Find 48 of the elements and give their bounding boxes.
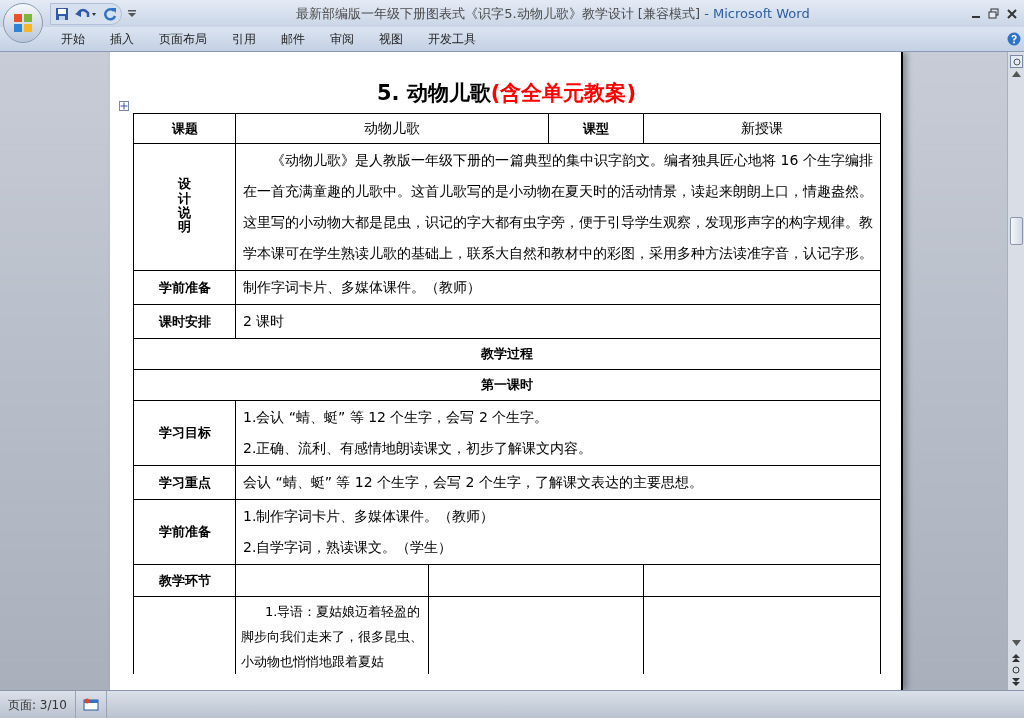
table-cell: 教学环节 (133, 564, 236, 597)
ribbon-tab[interactable]: 插入 (101, 28, 143, 50)
scroll-down-icon[interactable] (1011, 640, 1021, 646)
ribbon-tab[interactable]: 邮件 (272, 28, 314, 50)
browse-object-icon[interactable] (1012, 666, 1020, 674)
table-cell: 设计说明 (133, 143, 236, 271)
ribbon-tab[interactable]: 开发工具 (419, 28, 485, 50)
document-title: 5. 动物儿歌(含全单元教案) (375, 80, 638, 107)
table-cell: 第一课时 (133, 369, 881, 401)
customize-caret-icon[interactable] (128, 9, 136, 18)
ruler-toggle-icon[interactable] (1009, 55, 1023, 68)
scroll-up-icon[interactable] (1011, 71, 1021, 77)
table-cell: 学习重点 (133, 465, 236, 500)
previous-page-icon[interactable] (1012, 654, 1020, 662)
close-icon[interactable] (1006, 7, 1018, 20)
table-cell: 制作字词卡片、多媒体课件。（教师） (235, 270, 881, 305)
help-icon[interactable] (1007, 32, 1021, 46)
vertical-scrollbar[interactable] (1007, 52, 1024, 690)
table-cell: 1.会认 “蜻、蜓” 等 12 个生字，会写 2 个生字。 2.正确、流利、有感情地朗读课文，初步了解课文内容。 (235, 400, 881, 466)
page-indicator: 页面: 3/10 (0, 691, 76, 718)
table-cell: 课时安排 (133, 304, 236, 339)
ribbon-tab[interactable]: 审阅 (321, 28, 363, 50)
office-button[interactable] (3, 3, 43, 43)
office-logo-icon (12, 12, 34, 34)
table-cell: 1.制作字词卡片、多媒体课件。（教师） 2.自学字词，熟读课文。（学生） (235, 499, 881, 565)
table-cell: 动物儿歌 (235, 113, 549, 144)
scroll-thumb[interactable] (1009, 217, 1023, 245)
next-page-icon[interactable] (1012, 678, 1020, 686)
table-cell: 学前准备 (133, 499, 236, 565)
redo-icon[interactable] (103, 6, 117, 21)
table-cell: 学习目标 (133, 400, 236, 466)
ribbon-tab[interactable]: 页面布局 (150, 28, 216, 50)
table-cell: 《动物儿歌》是人教版一年级下册的一篇典型的集中识字韵文。编者独具匠心地将 16 个生字编排在一首充满童趣的儿歌中。这首儿歌写的是小动物在夏天时的活动情景，读起来朗朗上口，情趣盎然。这里写的小动物大都是昆虫，识记的字大都有虫字旁，便于引导学生观察，发现形声字的构字规律。教学本课可在学生熟读儿歌的基础上，联系大自然和教材中的彩图，采用多种方法读准字音，认记字形。 (235, 143, 881, 271)
table-move-handle-icon[interactable] (119, 101, 129, 111)
ribbon-tab[interactable]: 视图 (370, 28, 412, 50)
table-cell: 2 课时 (235, 304, 881, 339)
window-title: 最新部编版一年级下册图表式《识字5.动物儿歌》教学设计 [兼容模式] - Microsoft Word (295, 4, 811, 23)
ribbon-tab[interactable]: 开始 (52, 28, 94, 50)
restore-icon[interactable] (988, 7, 1000, 20)
table-cell: 会认 “蜻、蜓” 等 12 个生字，会写 2 个生字，了解课文表达的主要思想。 (235, 465, 881, 500)
table-cell: 教学过程 (133, 338, 881, 370)
table-cell: 课型 (548, 113, 644, 144)
macro-record-icon[interactable] (82, 698, 99, 711)
ribbon-tab[interactable]: 引用 (223, 28, 265, 50)
table-cell: 学前准备 (133, 270, 236, 305)
save-icon[interactable] (55, 6, 69, 21)
table-cell: 新授课 (643, 113, 881, 144)
table-cell: 课题 (133, 113, 236, 144)
